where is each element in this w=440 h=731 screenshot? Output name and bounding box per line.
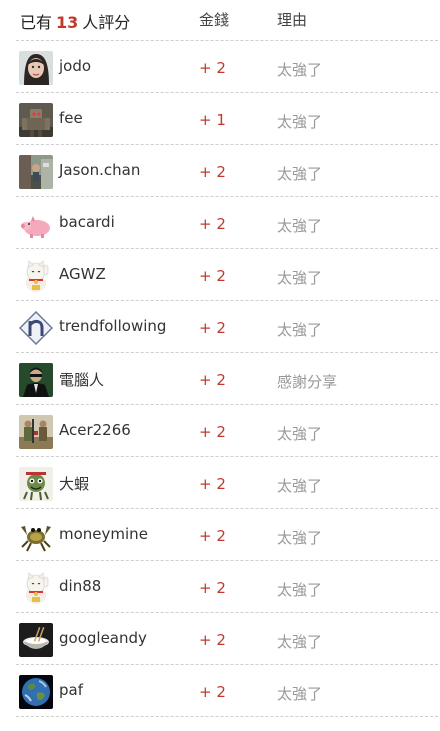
rating-row: Acer2266 + 2 太強了 — [16, 405, 438, 457]
reason-text: 太強了 — [277, 581, 323, 599]
rating-row: bacardi + 2 太強了 — [16, 197, 438, 249]
rating-row: moneymine + 2 太強了 — [16, 509, 438, 561]
reason-text: 太強了 — [277, 217, 323, 235]
username-link[interactable]: trendfollowing — [59, 317, 166, 335]
money-value: + 2 — [199, 59, 226, 77]
rating-row: jodo + 2 太強了 — [16, 41, 438, 93]
money-value: + 2 — [199, 371, 226, 389]
lucky-cat-avatar[interactable] — [19, 571, 53, 605]
money-value: + 2 — [199, 163, 226, 181]
rating-row: AGWZ + 2 太強了 — [16, 249, 438, 301]
rating-row: fee + 1 太強了 — [16, 93, 438, 145]
rating-panel: 已有 13 人評分 金錢 理由 jodo + 2 太強了 fee + 1 太強了… — [0, 0, 440, 731]
money-value: + 2 — [199, 631, 226, 649]
money-value: + 2 — [199, 683, 226, 701]
username-link[interactable]: 電腦人 — [59, 369, 104, 390]
rating-row: 電腦人 + 2 感謝分享 — [16, 353, 438, 405]
rating-row: din88 + 2 太強了 — [16, 561, 438, 613]
username-link[interactable]: AGWZ — [59, 265, 106, 283]
reason-text: 太強了 — [277, 633, 323, 651]
username-link[interactable]: din88 — [59, 577, 101, 595]
money-value: + 2 — [199, 475, 226, 493]
reason-text: 太強了 — [277, 685, 323, 703]
reason-text: 太強了 — [277, 321, 323, 339]
n-logo-avatar[interactable] — [19, 311, 53, 345]
username-link[interactable]: bacardi — [59, 213, 115, 231]
reason-text: 感謝分享 — [277, 373, 338, 391]
money-value: + 2 — [199, 579, 226, 597]
username-link[interactable]: moneymine — [59, 525, 148, 543]
username-link[interactable]: googleandy — [59, 629, 147, 647]
reason-column-header: 理由 — [277, 11, 308, 29]
reason-text: 太強了 — [277, 425, 323, 443]
money-value: + 2 — [199, 215, 226, 233]
soldiers-avatar[interactable] — [19, 415, 53, 449]
username-link[interactable]: jodo — [59, 57, 91, 75]
username-link[interactable]: Jason.chan — [59, 161, 140, 179]
username-link[interactable]: fee — [59, 109, 83, 127]
reason-text: 太強了 — [277, 61, 323, 79]
cartoon-creature-avatar[interactable] — [19, 467, 53, 501]
money-value: + 2 — [199, 319, 226, 337]
rating-row: trendfollowing + 2 太強了 — [16, 301, 438, 353]
reason-text: 太強了 — [277, 529, 323, 547]
pink-pig-avatar[interactable] — [19, 207, 53, 241]
woman-portrait-avatar[interactable] — [19, 51, 53, 85]
money-value: + 1 — [199, 111, 226, 129]
street-photo-avatar[interactable] — [19, 155, 53, 189]
rating-count: 13 — [56, 13, 79, 32]
man-in-suit-avatar[interactable] — [19, 363, 53, 397]
reason-text: 太強了 — [277, 477, 323, 495]
robot-mech-avatar[interactable] — [19, 103, 53, 137]
rating-row: paf + 2 太強了 — [16, 665, 438, 717]
username-link[interactable]: paf — [59, 681, 83, 699]
rating-summary-suffix: 人評分 — [82, 13, 131, 32]
cartoon-crab-avatar[interactable] — [19, 519, 53, 553]
rating-summary-prefix: 已有 — [20, 13, 53, 32]
rating-row: googleandy + 2 太強了 — [16, 613, 438, 665]
rating-list: jodo + 2 太強了 fee + 1 太強了 Jason.chan + 2 … — [16, 40, 438, 717]
money-column-header: 金錢 — [199, 11, 230, 29]
rating-summary: 已有 13 人評分 — [20, 9, 130, 33]
reason-text: 太強了 — [277, 165, 323, 183]
username-link[interactable]: Acer2266 — [59, 421, 131, 439]
money-value: + 2 — [199, 423, 226, 441]
rating-row: Jason.chan + 2 太強了 — [16, 145, 438, 197]
money-value: + 2 — [199, 527, 226, 545]
lucky-cat-avatar[interactable] — [19, 259, 53, 293]
earth-globe-avatar[interactable] — [19, 675, 53, 709]
reason-text: 太強了 — [277, 113, 323, 131]
username-link[interactable]: 大蝦 — [59, 473, 89, 494]
rice-bowl-avatar[interactable] — [19, 623, 53, 657]
rating-header: 已有 13 人評分 金錢 理由 — [0, 0, 440, 40]
reason-text: 太強了 — [277, 269, 323, 287]
rating-row: 大蝦 + 2 太強了 — [16, 457, 438, 509]
money-value: + 2 — [199, 267, 226, 285]
